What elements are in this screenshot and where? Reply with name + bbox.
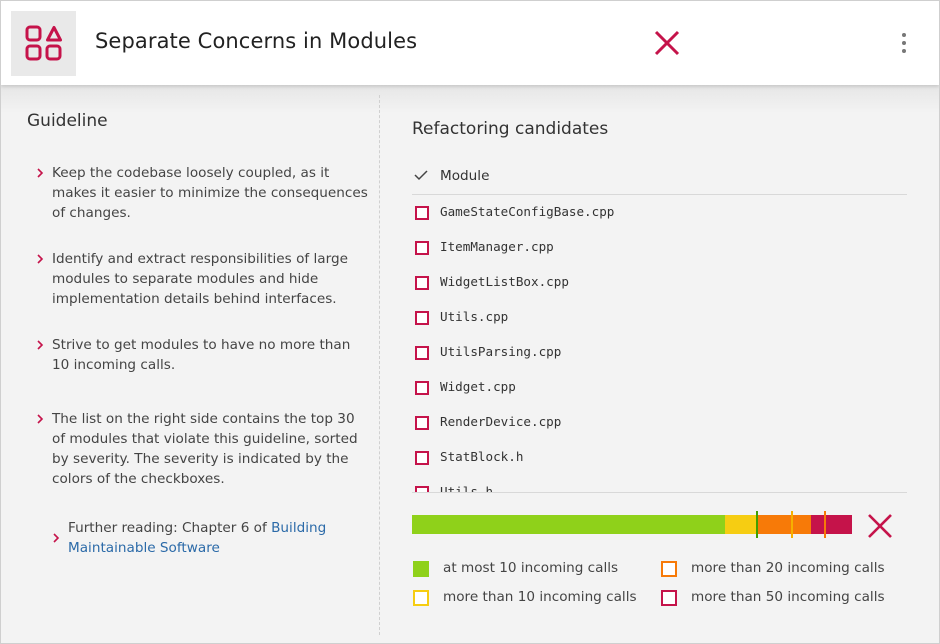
module-checkbox[interactable]: [415, 416, 429, 430]
list-item[interactable]: RenderDevice.cpp: [412, 408, 907, 443]
severity-segment: [757, 515, 811, 534]
module-checkbox[interactable]: [415, 381, 429, 395]
guideline-item-text: Keep the codebase loosely coupled, as it…: [52, 165, 368, 221]
module-checkbox[interactable]: [415, 241, 429, 255]
close-icon: [868, 514, 892, 538]
guideline-item: Keep the codebase loosely coupled, as it…: [37, 163, 369, 223]
list-item[interactable]: Widget.cpp: [412, 373, 907, 408]
guideline-item-text: Identify and extract responsibilities of…: [52, 251, 348, 307]
severity-threshold-marker: [791, 511, 794, 538]
modules-grid-icon: [25, 25, 62, 61]
module-name: WidgetListBox.cpp: [440, 274, 569, 289]
list-item[interactable]: Utils.h: [412, 478, 907, 492]
module-name: Widget.cpp: [440, 379, 516, 394]
clear-filter-button[interactable]: [867, 513, 893, 539]
severity-bar: [412, 511, 852, 538]
module-column-header[interactable]: Module: [412, 165, 907, 195]
severity-threshold-marker: [756, 511, 759, 538]
module-name: GameStateConfigBase.cpp: [440, 204, 615, 219]
legend-swatch: [661, 561, 677, 577]
checkmark-icon: [414, 170, 428, 181]
content-area: Guideline Keep the codebase loosely coup…: [1, 85, 939, 643]
app-window: Separate Concerns in Modules Guideline K…: [0, 0, 940, 644]
module-name: Utils.h: [440, 484, 494, 492]
chevron-right-icon: [37, 340, 44, 350]
legend-swatch: [413, 590, 429, 606]
more-options-button[interactable]: [894, 33, 914, 57]
list-item[interactable]: WidgetListBox.cpp: [412, 268, 907, 303]
module-name: RenderDevice.cpp: [440, 414, 562, 429]
guideline-item: Identify and extract responsibilities of…: [37, 249, 369, 309]
module-checkbox[interactable]: [415, 206, 429, 220]
further-reading: Further reading: Chapter 6 of Building M…: [53, 518, 354, 558]
list-item[interactable]: Utils.cpp: [412, 303, 907, 338]
module-column-label: Module: [440, 168, 490, 184]
legend-swatch: [413, 561, 429, 577]
guideline-heading: Guideline: [27, 111, 108, 131]
module-checkbox[interactable]: [415, 346, 429, 360]
list-divider: [412, 492, 907, 493]
header-bar: Separate Concerns in Modules: [1, 1, 939, 85]
guideline-item: Strive to get modules to have no more th…: [37, 335, 369, 375]
chevron-right-icon: [53, 533, 60, 543]
module-list[interactable]: GameStateConfigBase.cpp ItemManager.cpp …: [412, 198, 907, 492]
close-button[interactable]: [653, 29, 681, 57]
module-checkbox[interactable]: [415, 311, 429, 325]
more-vertical-icon: [902, 33, 906, 37]
guideline-item-text: Strive to get modules to have no more th…: [52, 337, 351, 373]
guideline-item: The list on the right side contains the …: [37, 409, 369, 489]
panel-divider: [379, 95, 380, 635]
list-item[interactable]: UtilsParsing.cpp: [412, 338, 907, 373]
list-item[interactable]: GameStateConfigBase.cpp: [412, 198, 907, 233]
module-checkbox[interactable]: [415, 276, 429, 290]
further-reading-prefix: Further reading: Chapter 6 of: [68, 520, 272, 536]
module-name: Utils.cpp: [440, 309, 509, 324]
legend-label: more than 20 incoming calls: [691, 560, 885, 576]
legend-swatch: [661, 590, 677, 606]
severity-segment: [412, 515, 725, 534]
module-name: UtilsParsing.cpp: [440, 344, 562, 359]
logo-tile: [11, 11, 76, 76]
legend-label: at most 10 incoming calls: [443, 560, 619, 576]
list-item[interactable]: ItemManager.cpp: [412, 233, 907, 268]
severity-segment: [724, 515, 758, 534]
chevron-right-icon: [37, 414, 44, 424]
legend-label: more than 50 incoming calls: [691, 589, 885, 605]
legend-label: more than 10 incoming calls: [443, 589, 637, 605]
severity-threshold-marker: [824, 511, 827, 538]
list-item[interactable]: StatBlock.h: [412, 443, 907, 478]
module-name: StatBlock.h: [440, 449, 524, 464]
close-icon: [654, 30, 680, 56]
severity-segment: [810, 515, 852, 534]
chevron-right-icon: [37, 168, 44, 178]
candidates-heading: Refactoring candidates: [412, 119, 609, 139]
chevron-right-icon: [37, 254, 44, 264]
module-name: ItemManager.cpp: [440, 239, 554, 254]
guideline-item-text: The list on the right side contains the …: [52, 411, 358, 487]
page-title: Separate Concerns in Modules: [95, 29, 418, 53]
module-checkbox[interactable]: [415, 451, 429, 465]
